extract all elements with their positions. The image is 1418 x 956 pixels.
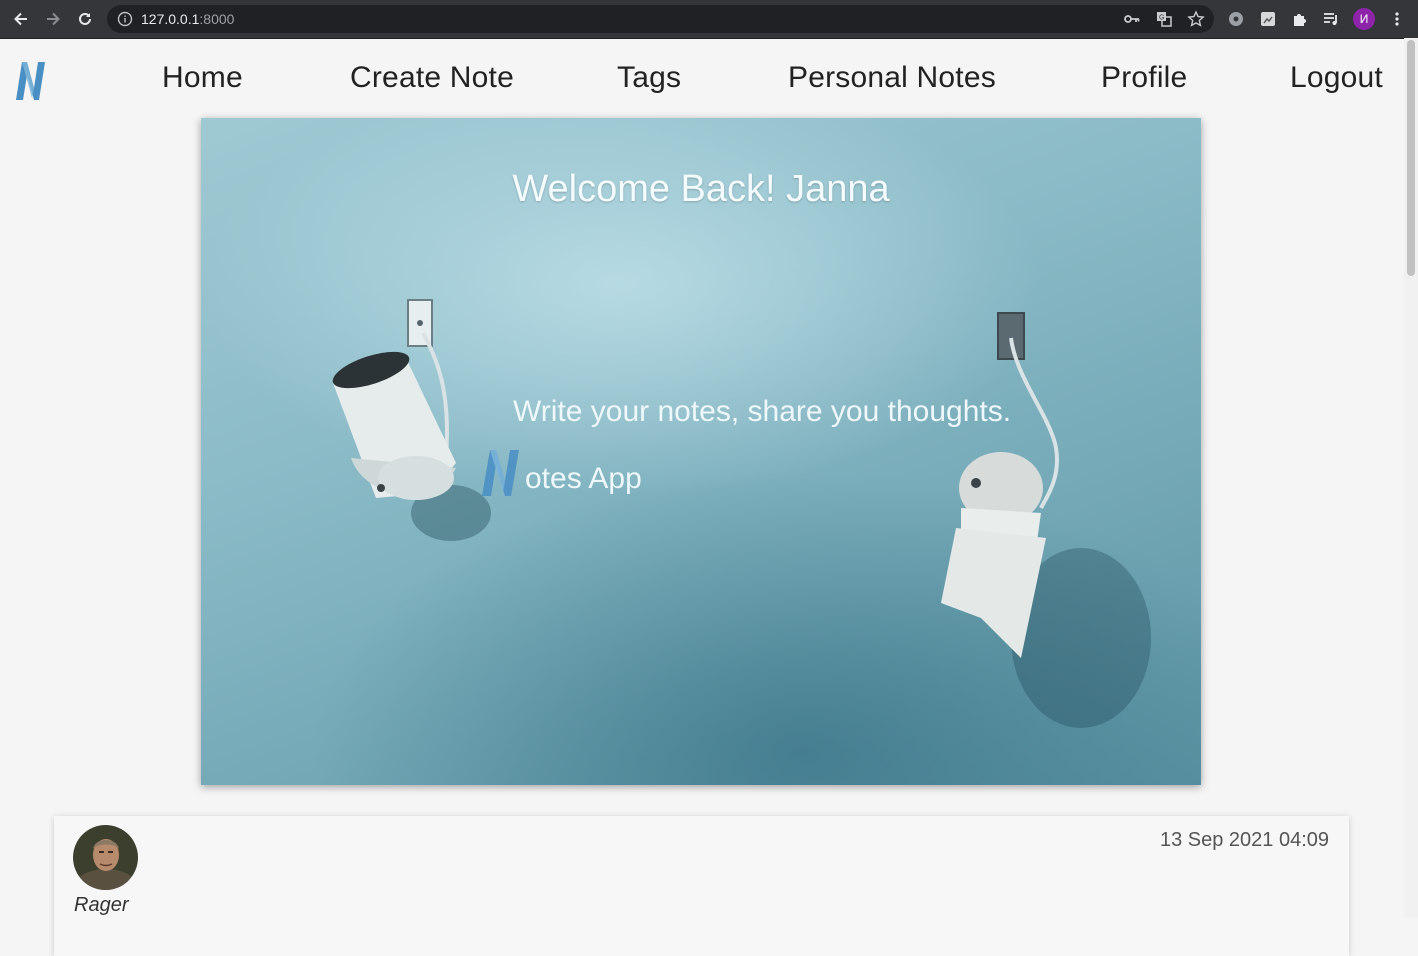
- profile-avatar[interactable]: И: [1353, 8, 1375, 30]
- note-card[interactable]: Rager 13 Sep 2021 04:09: [54, 816, 1349, 956]
- browser-toolbar: 127.0.0.1:8000 G И: [0, 0, 1418, 39]
- url-host: 127.0.0.1: [141, 11, 200, 27]
- hero-tagline: Write your notes, share you thoughts.: [513, 395, 1012, 428]
- nav-logout-link[interactable]: Logout: [1290, 58, 1383, 98]
- reload-icon[interactable]: [73, 7, 97, 31]
- url-port: :8000: [199, 11, 235, 27]
- address-bar[interactable]: 127.0.0.1:8000: [107, 5, 1214, 33]
- url-text: 127.0.0.1:8000: [141, 11, 234, 27]
- hero-lamps-image: [332, 299, 1151, 728]
- nav-personal-notes-link[interactable]: Personal Notes: [788, 58, 996, 98]
- author-avatar[interactable]: [73, 825, 138, 890]
- svg-text:G: G: [1159, 15, 1164, 22]
- hero-welcome-title: Welcome Back! Janna: [512, 168, 890, 210]
- note-author-name[interactable]: Rager: [74, 894, 128, 917]
- forward-icon[interactable]: [41, 7, 65, 31]
- hero-brand: otes App: [479, 446, 642, 498]
- nav-tags-link[interactable]: Tags: [617, 58, 681, 98]
- nav-home-link[interactable]: Home: [162, 58, 243, 98]
- extension-page-icon[interactable]: [1258, 9, 1278, 29]
- notes-logo-icon: [482, 450, 519, 496]
- nav-create-note-link[interactable]: Create Note: [350, 58, 514, 98]
- note-timestamp: 13 Sep 2021 04:09: [1159, 829, 1329, 851]
- menu-kebab-icon[interactable]: [1387, 9, 1407, 29]
- back-icon[interactable]: [9, 7, 33, 31]
- key-icon[interactable]: [1122, 9, 1142, 29]
- scrollbar-thumb[interactable]: [1407, 40, 1415, 276]
- bookmark-star-icon[interactable]: [1186, 9, 1206, 29]
- extensions-puzzle-icon[interactable]: [1290, 9, 1310, 29]
- extension-gear-icon[interactable]: [1226, 9, 1246, 29]
- hero-banner: Welcome Back! Janna Write your notes, sh…: [201, 118, 1201, 785]
- media-queue-icon[interactable]: [1321, 9, 1341, 29]
- notes-logo-icon[interactable]: [12, 58, 48, 102]
- page-scrollbar[interactable]: [1404, 38, 1418, 918]
- nav-profile-link[interactable]: Profile: [1101, 58, 1187, 98]
- translate-icon[interactable]: G: [1154, 9, 1174, 29]
- hero-brand-text: otes App: [525, 462, 642, 495]
- site-info-icon[interactable]: [117, 11, 133, 32]
